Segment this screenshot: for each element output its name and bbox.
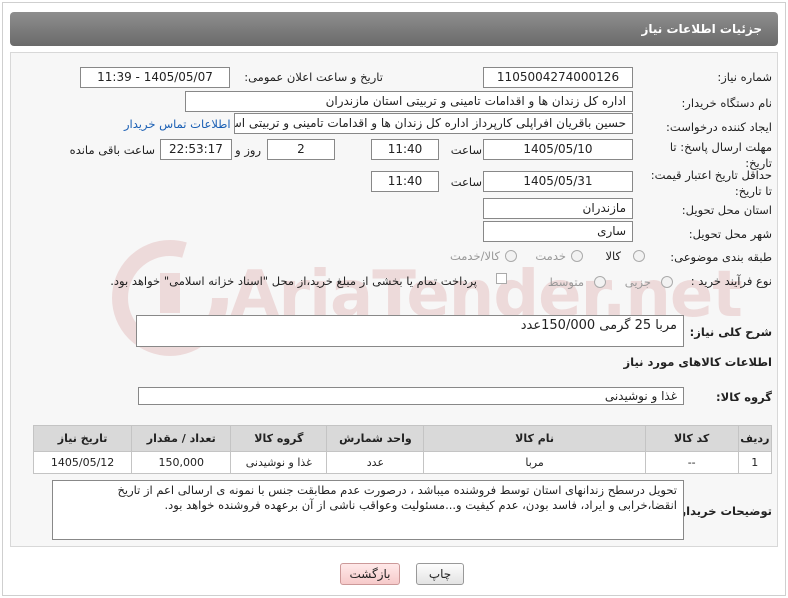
category-option-goods: کالا [605, 249, 621, 263]
province-field: مازندران [483, 198, 633, 219]
goods-info-title: اطلاعات کالاهای مورد نیاز [623, 355, 772, 369]
page-title: جزئیات اطلاعات نیاز [10, 12, 778, 46]
process-radio-medium[interactable] [594, 276, 606, 288]
price-validity-time-field: 11:40 [371, 171, 439, 192]
back-button[interactable]: بازگشت [340, 563, 400, 585]
deadline-time-field: 11:40 [371, 139, 439, 160]
goods-table: ردیف کد کالا نام کالا واحد شمارش گروه کا… [32, 425, 773, 474]
cell-goods-group: غذا و نوشیدنی [230, 451, 328, 474]
category-option-goods-service: کالا/خدمت [449, 249, 500, 263]
category-radio-service[interactable] [571, 250, 583, 262]
price-validity-time-label: ساعت [450, 175, 482, 189]
cell-need-date: 1405/05/12 [32, 451, 133, 474]
category-radio-goods[interactable] [633, 250, 645, 262]
cell-unit: عدد [326, 451, 425, 474]
days-label: روز و [235, 143, 261, 157]
cell-goods-name: مربا [423, 451, 646, 474]
col-goods-group: گروه کالا [230, 425, 328, 452]
need-number-field: 1105004274000126 [483, 67, 633, 88]
price-validity-label: حداقل تاریخ اعتبار قیمت: تا تاریخ: [650, 168, 772, 198]
category-option-service: خدمت [535, 249, 566, 263]
province-label: استان محل تحویل: [681, 203, 772, 217]
cell-quantity: 150,000 [131, 451, 232, 474]
price-validity-date-field: 1405/05/31 [483, 171, 633, 192]
treasury-payment-note: پرداخت تمام یا بخشی از مبلغ خرید،از محل … [110, 274, 477, 288]
treasury-payment-checkbox[interactable] [496, 273, 507, 284]
city-label: شهر محل تحویل: [688, 227, 772, 241]
col-row-number: ردیف [737, 425, 773, 452]
process-radio-minor[interactable] [661, 276, 673, 288]
process-option-minor: جزیی [624, 275, 651, 289]
buyer-notes-field: تحویل درسطح زندانهای استان توسط فروشنده … [52, 480, 684, 540]
col-goods-code: کد کالا [644, 425, 739, 452]
description-label: شرح کلی نیاز: [689, 325, 772, 339]
category-label: طبقه بندی موضوعی: [670, 250, 772, 264]
need-number-label: شماره نیاز: [717, 70, 772, 84]
creator-label: ایجاد کننده درخواست: [666, 120, 772, 134]
col-unit: واحد شمارش [326, 425, 425, 452]
city-field: ساری [483, 221, 633, 242]
process-option-medium: متوسط [547, 275, 584, 289]
description-field: مربا 25 گرمی 150/000عدد [136, 315, 684, 347]
table-row: 1 -- مربا عدد غذا و نوشیدنی 150,000 1405… [32, 451, 773, 474]
time-remaining-field: 22:53:17 [160, 139, 232, 160]
goods-group-field: غذا و نوشیدنی [138, 387, 684, 405]
cell-goods-code: -- [644, 451, 739, 474]
cell-row-number: 1 [737, 451, 773, 474]
buyer-notes-label: توضیحات خریدار: [674, 504, 772, 518]
time-remaining-label: ساعت باقی مانده [69, 143, 155, 157]
goods-group-label: گروه کالا: [716, 390, 772, 404]
deadline-date-field: 1405/05/10 [483, 139, 633, 160]
announce-field: 1405/05/07 - 11:39 [80, 67, 230, 88]
col-quantity: تعداد / مقدار [131, 425, 232, 452]
process-label: نوع فرآیند خرید : [690, 274, 772, 288]
contact-info-link[interactable]: اطلاعات تماس خریدار [124, 117, 231, 131]
days-remaining-field: 2 [267, 139, 335, 160]
buyer-org-field: اداره کل زندان ها و اقدامات تامینی و ترب… [185, 91, 633, 112]
goods-table-header: ردیف کد کالا نام کالا واحد شمارش گروه کا… [32, 425, 773, 452]
buyer-org-label: نام دستگاه خریدار: [681, 96, 772, 110]
col-goods-name: نام کالا [423, 425, 646, 452]
creator-field: حسین باقریان افراپلی کارپرداز اداره کل ز… [234, 113, 633, 134]
deadline-time-label: ساعت [450, 143, 482, 157]
col-need-date: تاریخ نیاز [32, 425, 133, 452]
category-radio-goods-service[interactable] [505, 250, 517, 262]
announce-label: تاریخ و ساعت اعلان عمومی: [244, 70, 383, 84]
print-button[interactable]: چاپ [416, 563, 464, 585]
